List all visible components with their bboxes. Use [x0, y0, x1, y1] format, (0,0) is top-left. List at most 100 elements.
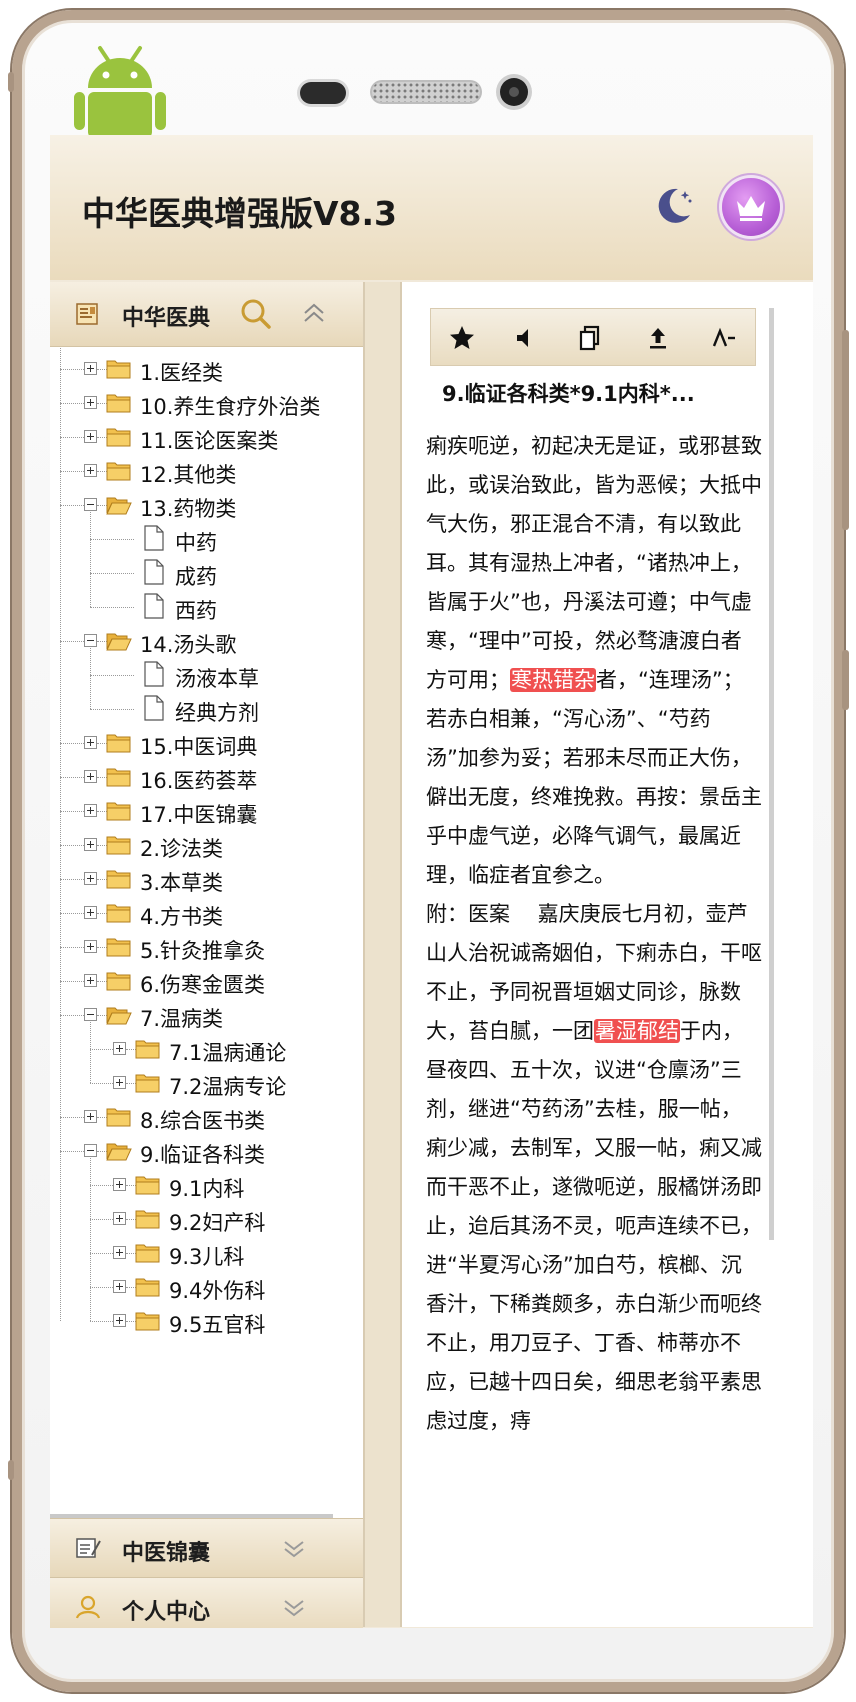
- collapse-icon[interactable]: [84, 1008, 97, 1021]
- accordion-label: 个人中心: [122, 1600, 211, 1625]
- expand-icon[interactable]: [113, 1314, 126, 1327]
- tree-guide-line: [90, 1158, 91, 1321]
- folder-icon: [106, 834, 132, 861]
- expand-icon[interactable]: [113, 1246, 126, 1259]
- expand-icon[interactable]: [84, 430, 97, 443]
- expand-icon[interactable]: [84, 736, 97, 749]
- expand-icon[interactable]: [113, 1212, 126, 1225]
- share-icon[interactable]: [643, 323, 673, 353]
- folder-icon: [106, 358, 132, 385]
- expand-icon[interactable]: [84, 770, 97, 783]
- tree-node[interactable]: 6.伤寒金匮类: [50, 964, 350, 1000]
- tree-leaf[interactable]: 经典方剂: [50, 692, 350, 728]
- tree-leaf-label: 西药: [175, 599, 217, 623]
- search-icon[interactable]: [240, 298, 272, 330]
- tree-leaf[interactable]: 西药: [50, 590, 350, 626]
- folder-icon: [135, 1208, 161, 1235]
- collapse-icon[interactable]: [84, 498, 97, 511]
- expand-icon[interactable]: [84, 974, 97, 987]
- document-body[interactable]: 痢疾呃逆，初起决无是证，或邪甚致此，或误治致此，皆为恶候；大抵中气大伤，邪正混合…: [426, 427, 762, 1441]
- tree-leaf-label: 经典方剂: [175, 701, 259, 725]
- tree-node[interactable]: 14.汤头歌: [50, 624, 350, 660]
- expand-icon[interactable]: [113, 1042, 126, 1055]
- tree-node[interactable]: 17.中医锦囊: [50, 794, 350, 830]
- folder-open-icon: [106, 494, 132, 521]
- collapse-icon[interactable]: [84, 634, 97, 647]
- accordion-item-jinnang[interactable]: 中医锦囊: [50, 1518, 363, 1577]
- tree-node-label: 13.药物类: [140, 497, 237, 521]
- tree-node[interactable]: 5.针灸推拿灸: [50, 930, 350, 966]
- expand-icon[interactable]: [84, 906, 97, 919]
- tree-node[interactable]: 11.医论医案类: [50, 420, 350, 456]
- folder-icon: [106, 1106, 132, 1133]
- tree-guide-line: [60, 1015, 84, 1016]
- paragraph-text: 者，“连理汤”；若赤白相兼，“泻心汤”、“芍药汤”加参为妥；若邪未尽而正大伤，僻…: [426, 668, 762, 887]
- star-icon[interactable]: [447, 323, 477, 353]
- font-size-icon[interactable]: [709, 323, 739, 353]
- tree-node[interactable]: 15.中医词典: [50, 726, 350, 762]
- tree-node[interactable]: 9.2妇产科: [50, 1202, 350, 1238]
- tree-guide-line: [90, 1219, 113, 1220]
- double-chevron-up-icon[interactable]: [302, 300, 326, 326]
- double-chevron-down-icon[interactable]: [282, 1596, 306, 1620]
- side-button-left: [8, 72, 14, 92]
- panel-splitter[interactable]: [365, 282, 402, 1627]
- expand-icon[interactable]: [84, 464, 97, 477]
- document-icon: [143, 695, 165, 726]
- tree-node[interactable]: 1.医经类: [50, 352, 350, 388]
- tree-leaf[interactable]: 成药: [50, 556, 350, 592]
- folder-icon: [135, 1310, 161, 1337]
- collapse-icon[interactable]: [84, 1144, 97, 1157]
- double-chevron-down-icon[interactable]: [282, 1537, 306, 1561]
- tree-node[interactable]: 9.3儿科: [50, 1236, 350, 1272]
- tree-node-label: 9.临证各科类: [140, 1143, 266, 1167]
- tree-node[interactable]: 3.本草类: [50, 862, 350, 898]
- tree-node-label: 9.5五官科: [169, 1313, 266, 1337]
- tree-node[interactable]: 7.温病类: [50, 998, 350, 1034]
- reader-vertical-scrollbar[interactable]: [769, 308, 774, 1240]
- tree-node[interactable]: 9.临证各科类: [50, 1134, 350, 1170]
- tree-guide-line: [60, 1151, 84, 1152]
- tree-guide-line: [90, 1253, 113, 1254]
- copy-icon[interactable]: [575, 323, 605, 353]
- expand-icon[interactable]: [84, 362, 97, 375]
- tree-node[interactable]: 9.5五官科: [50, 1304, 350, 1340]
- tree-node[interactable]: 8.综合医书类: [50, 1100, 350, 1136]
- expand-icon[interactable]: [84, 804, 97, 817]
- highlighted-term[interactable]: 暑湿郁结: [594, 1019, 680, 1043]
- expand-icon[interactable]: [113, 1178, 126, 1191]
- accordion-item-personal-center[interactable]: 个人中心: [50, 1577, 363, 1628]
- tree-leaf[interactable]: 中药: [50, 522, 350, 558]
- tree-guide-line: [90, 512, 91, 607]
- tree-node[interactable]: 2.诊法类: [50, 828, 350, 864]
- tree-node[interactable]: 13.药物类: [50, 488, 350, 524]
- folder-icon: [106, 392, 132, 419]
- tree-node-label: 9.1内科: [169, 1177, 245, 1201]
- highlighted-term[interactable]: 寒热错杂: [510, 668, 596, 692]
- expand-icon[interactable]: [113, 1280, 126, 1293]
- folder-icon: [106, 732, 132, 759]
- tree-node[interactable]: 9.4外伤科: [50, 1270, 350, 1306]
- tree-node[interactable]: 10.养生食疗外治类: [50, 386, 350, 422]
- folder-icon: [106, 800, 132, 827]
- tree-node[interactable]: 7.2温病专论: [50, 1066, 350, 1102]
- expand-icon[interactable]: [113, 1076, 126, 1089]
- expand-icon[interactable]: [84, 838, 97, 851]
- tree-node[interactable]: 7.1温病通论: [50, 1032, 350, 1068]
- tree-node[interactable]: 4.方书类: [50, 896, 350, 932]
- night-mode-icon[interactable]: [652, 183, 696, 227]
- tree-guide-line: [60, 505, 84, 506]
- tree-guide-line: [60, 348, 61, 1321]
- tree-leaf[interactable]: 汤液本草: [50, 658, 350, 694]
- volume-icon[interactable]: [509, 323, 539, 353]
- expand-icon[interactable]: [84, 872, 97, 885]
- vip-button[interactable]: [722, 178, 780, 236]
- expand-icon[interactable]: [84, 1110, 97, 1123]
- expand-icon[interactable]: [84, 940, 97, 953]
- tree-node[interactable]: 9.1内科: [50, 1168, 350, 1204]
- tree-node[interactable]: 12.其他类: [50, 454, 350, 490]
- expand-icon[interactable]: [84, 396, 97, 409]
- tree-guide-line: [90, 675, 134, 676]
- tree-node[interactable]: 16.医药荟萃: [50, 760, 350, 796]
- library-panel-header[interactable]: 中华医典: [50, 282, 363, 347]
